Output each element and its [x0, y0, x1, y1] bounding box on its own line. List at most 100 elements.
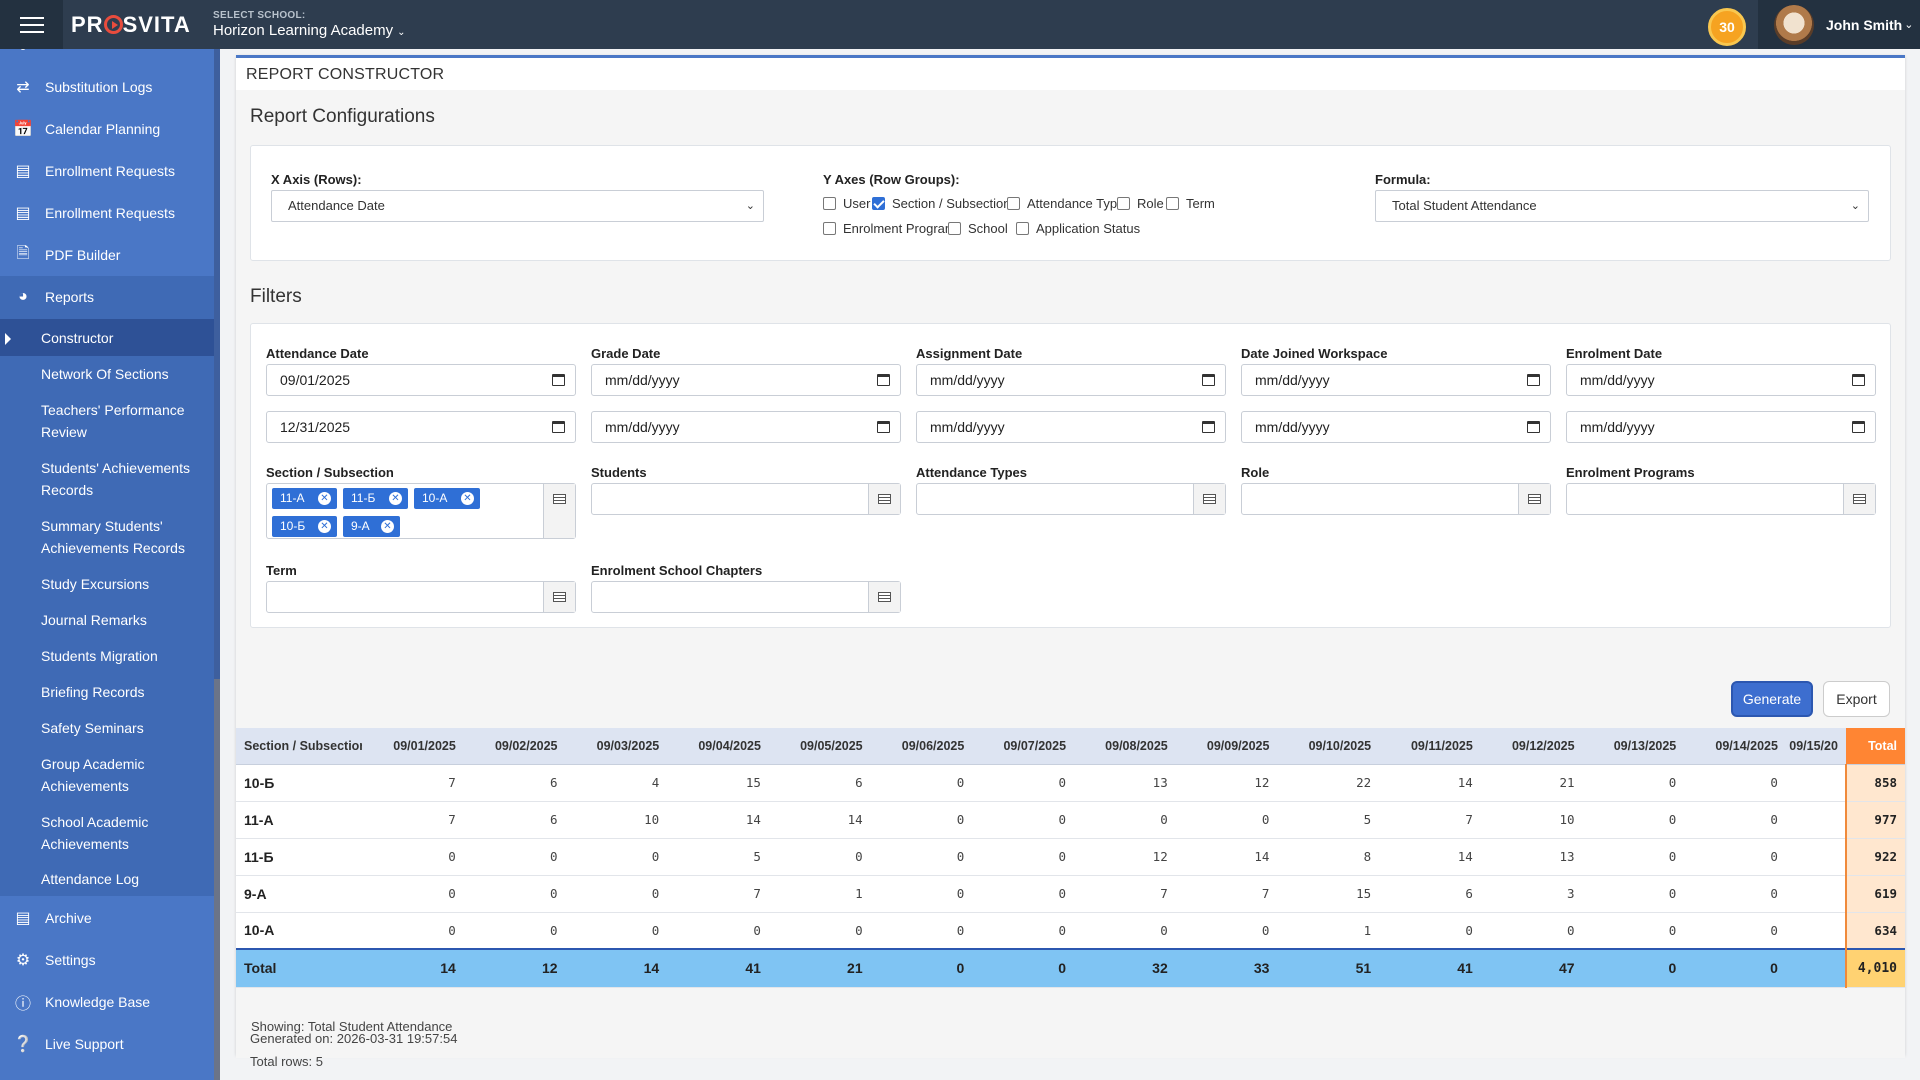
date-joined-workspace-to[interactable]: mm/dd/yyyy	[1241, 411, 1551, 443]
column-header-date[interactable]: 09/14/2025	[1684, 728, 1786, 765]
enrolment-date-from[interactable]: mm/dd/yyyy	[1566, 364, 1876, 396]
checkbox-application-status[interactable]: Application Status	[1016, 221, 1140, 236]
formula-select[interactable]: Total Student Attendance ⌄	[1375, 190, 1869, 222]
section-multiselect[interactable]: 11-A ✕ 11-Б ✕ 10-A ✕ 10-Б ✕ 9-A ✕	[266, 483, 576, 539]
sidebar-item-settings[interactable]: ⚙ Settings	[0, 940, 214, 980]
remove-tag-icon[interactable]: ✕	[389, 492, 402, 505]
column-header-date[interactable]: 09/11/2025	[1379, 728, 1481, 765]
sidebar-subitem-students-migration[interactable]: Students Migration	[0, 638, 214, 674]
column-header-date[interactable]: 09/05/2025	[768, 728, 871, 765]
column-header-date[interactable]: 09/09/2025	[1175, 728, 1278, 765]
sidebar-item-label: Archive	[45, 910, 92, 926]
attendance-date-to[interactable]: 12/31/2025	[266, 411, 576, 443]
column-header-date[interactable]: 09/07/2025	[972, 728, 1075, 765]
enrolment-programs-multiselect[interactable]	[1566, 483, 1876, 515]
export-button[interactable]: Export	[1823, 681, 1890, 717]
sidebar-item-pdf-builder[interactable]: 🗎 PDF Builder	[0, 235, 214, 275]
checkbox-role[interactable]: Role	[1117, 196, 1164, 211]
user-menu[interactable]: John Smith ⌄	[1758, 0, 1920, 49]
sidebar-subitem-group-academic-achievements[interactable]: Group Academic Achievements	[0, 746, 214, 804]
sidebar-item-knowledge-base[interactable]: ⓘ Knowledge Base	[0, 982, 214, 1022]
school-selector[interactable]: SELECT SCHOOL: Horizon Learning Academy ⌄	[213, 10, 406, 39]
sidebar-subitem-safety-seminars[interactable]: Safety Seminars	[0, 710, 214, 746]
remove-tag-icon[interactable]: ✕	[318, 520, 331, 533]
sidebar-item-calendar-planning[interactable]: 📅 Calendar Planning	[0, 109, 214, 149]
list-picker-button[interactable]	[1193, 484, 1225, 514]
sidebar-subitem-study-excursions[interactable]: Study Excursions	[0, 566, 214, 602]
sidebar-subitem-students-achievements-records[interactable]: Students' Achievements Records	[0, 450, 214, 508]
sidebar-subitem-journal-remarks[interactable]: Journal Remarks	[0, 602, 214, 638]
calendar-icon[interactable]	[1852, 421, 1865, 433]
checkbox-attendance-type[interactable]: Attendance Type	[1007, 196, 1124, 211]
sidebar-subitem-school-academic-achievements[interactable]: School Academic Achievements	[0, 804, 214, 862]
calendar-icon[interactable]	[552, 374, 565, 386]
remove-tag-icon[interactable]: ✕	[318, 492, 331, 505]
checkbox-section-subsection[interactable]: Section / Subsection	[872, 196, 1011, 211]
sidebar-item-vacations[interactable]: ●	[0, 49, 214, 59]
checkbox-term[interactable]: Term	[1166, 196, 1215, 211]
scrollbar-thumb[interactable]	[214, 679, 220, 1080]
sidebar-item-live-support[interactable]: ❔ Live Support	[0, 1024, 214, 1064]
list-picker-button[interactable]	[868, 582, 900, 612]
sidebar-subitem-summary-students-achievements[interactable]: Summary Students' Achievements Records	[0, 508, 214, 566]
list-picker-button[interactable]	[543, 484, 575, 538]
enrolment-school-chapters-multiselect[interactable]	[591, 581, 901, 613]
column-header-total[interactable]: Total	[1845, 728, 1905, 765]
assignment-date-to[interactable]: mm/dd/yyyy	[916, 411, 1226, 443]
role-multiselect[interactable]	[1241, 483, 1551, 515]
sidebar-subitem-constructor[interactable]: Constructor	[0, 319, 214, 356]
column-header-date[interactable]: 09/12/2025	[1480, 728, 1583, 765]
grade-date-from[interactable]: mm/dd/yyyy	[591, 364, 901, 396]
sidebar-scrollbar[interactable]	[214, 49, 220, 1080]
column-header-date[interactable]: 09/03/2025	[565, 728, 668, 765]
attendance-date-from[interactable]: 09/01/2025	[266, 364, 576, 396]
column-header-section[interactable]: Section / Subsection	[236, 728, 363, 765]
column-header-date[interactable]: 09/01/2025	[362, 728, 464, 765]
list-picker-button[interactable]	[868, 484, 900, 514]
column-header-date[interactable]: 09/06/2025	[870, 728, 973, 765]
coins-badge[interactable]: 30	[1708, 8, 1746, 46]
column-header-date[interactable]: 09/04/2025	[667, 728, 769, 765]
x-axis-select[interactable]: Attendance Date ⌄	[271, 190, 764, 222]
list-picker-button[interactable]	[1518, 484, 1550, 514]
term-multiselect[interactable]	[266, 581, 576, 613]
list-picker-button[interactable]	[1843, 484, 1875, 514]
sidebar-item-enrollment-requests[interactable]: ▤ Enrollment Requests	[0, 151, 214, 191]
sidebar-item-substitution-logs[interactable]: ⇄ Substitution Logs	[0, 67, 214, 107]
assignment-date-from[interactable]: mm/dd/yyyy	[916, 364, 1226, 396]
attendance-types-multiselect[interactable]	[916, 483, 1226, 515]
sidebar-item-archive[interactable]: ▤ Archive	[0, 898, 214, 938]
calendar-icon[interactable]	[552, 421, 565, 433]
list-picker-button[interactable]	[543, 582, 575, 612]
sidebar-subitem-network-of-sections[interactable]: Network Of Sections	[0, 356, 214, 392]
calendar-icon[interactable]	[1527, 421, 1540, 433]
remove-tag-icon[interactable]: ✕	[461, 492, 474, 505]
sidebar-subitem-teachers-performance-review[interactable]: Teachers' Performance Review	[0, 392, 214, 450]
column-header-date[interactable]: 09/02/2025	[463, 728, 566, 765]
sidebar-subitem-attendance-log[interactable]: Attendance Log	[0, 862, 214, 896]
column-header-date[interactable]: 09/10/2025	[1277, 728, 1380, 765]
column-header-date[interactable]: 09/13/2025	[1582, 728, 1685, 765]
checkbox-school[interactable]: School	[948, 221, 1008, 236]
calendar-icon[interactable]	[1202, 374, 1215, 386]
sidebar-subitem-briefing-records[interactable]: Briefing Records	[0, 674, 214, 710]
sidebar-item-reports[interactable]: ◕ Reports	[0, 277, 214, 317]
sidebar-item-enrollment-requests-2[interactable]: ▤ Enrollment Requests	[0, 193, 214, 233]
grade-date-to[interactable]: mm/dd/yyyy	[591, 411, 901, 443]
generate-button[interactable]: Generate	[1731, 681, 1813, 717]
calendar-icon[interactable]	[1527, 374, 1540, 386]
column-header-date[interactable]: 09/15/20	[1785, 728, 1846, 765]
calendar-icon[interactable]	[1852, 374, 1865, 386]
students-multiselect[interactable]	[591, 483, 901, 515]
checkbox-enrolment-program[interactable]: Enrolment Program	[823, 221, 956, 236]
enrolment-date-to[interactable]: mm/dd/yyyy	[1566, 411, 1876, 443]
calendar-icon[interactable]	[877, 374, 890, 386]
calendar-icon[interactable]	[1202, 421, 1215, 433]
hamburger-menu-button[interactable]	[0, 0, 63, 49]
checkbox-user[interactable]: User	[823, 196, 870, 211]
brand-logo[interactable]: PR SVITA	[71, 12, 201, 38]
calendar-icon[interactable]	[877, 421, 890, 433]
date-joined-workspace-from[interactable]: mm/dd/yyyy	[1241, 364, 1551, 396]
column-header-date[interactable]: 09/08/2025	[1074, 728, 1176, 765]
remove-tag-icon[interactable]: ✕	[381, 520, 394, 533]
